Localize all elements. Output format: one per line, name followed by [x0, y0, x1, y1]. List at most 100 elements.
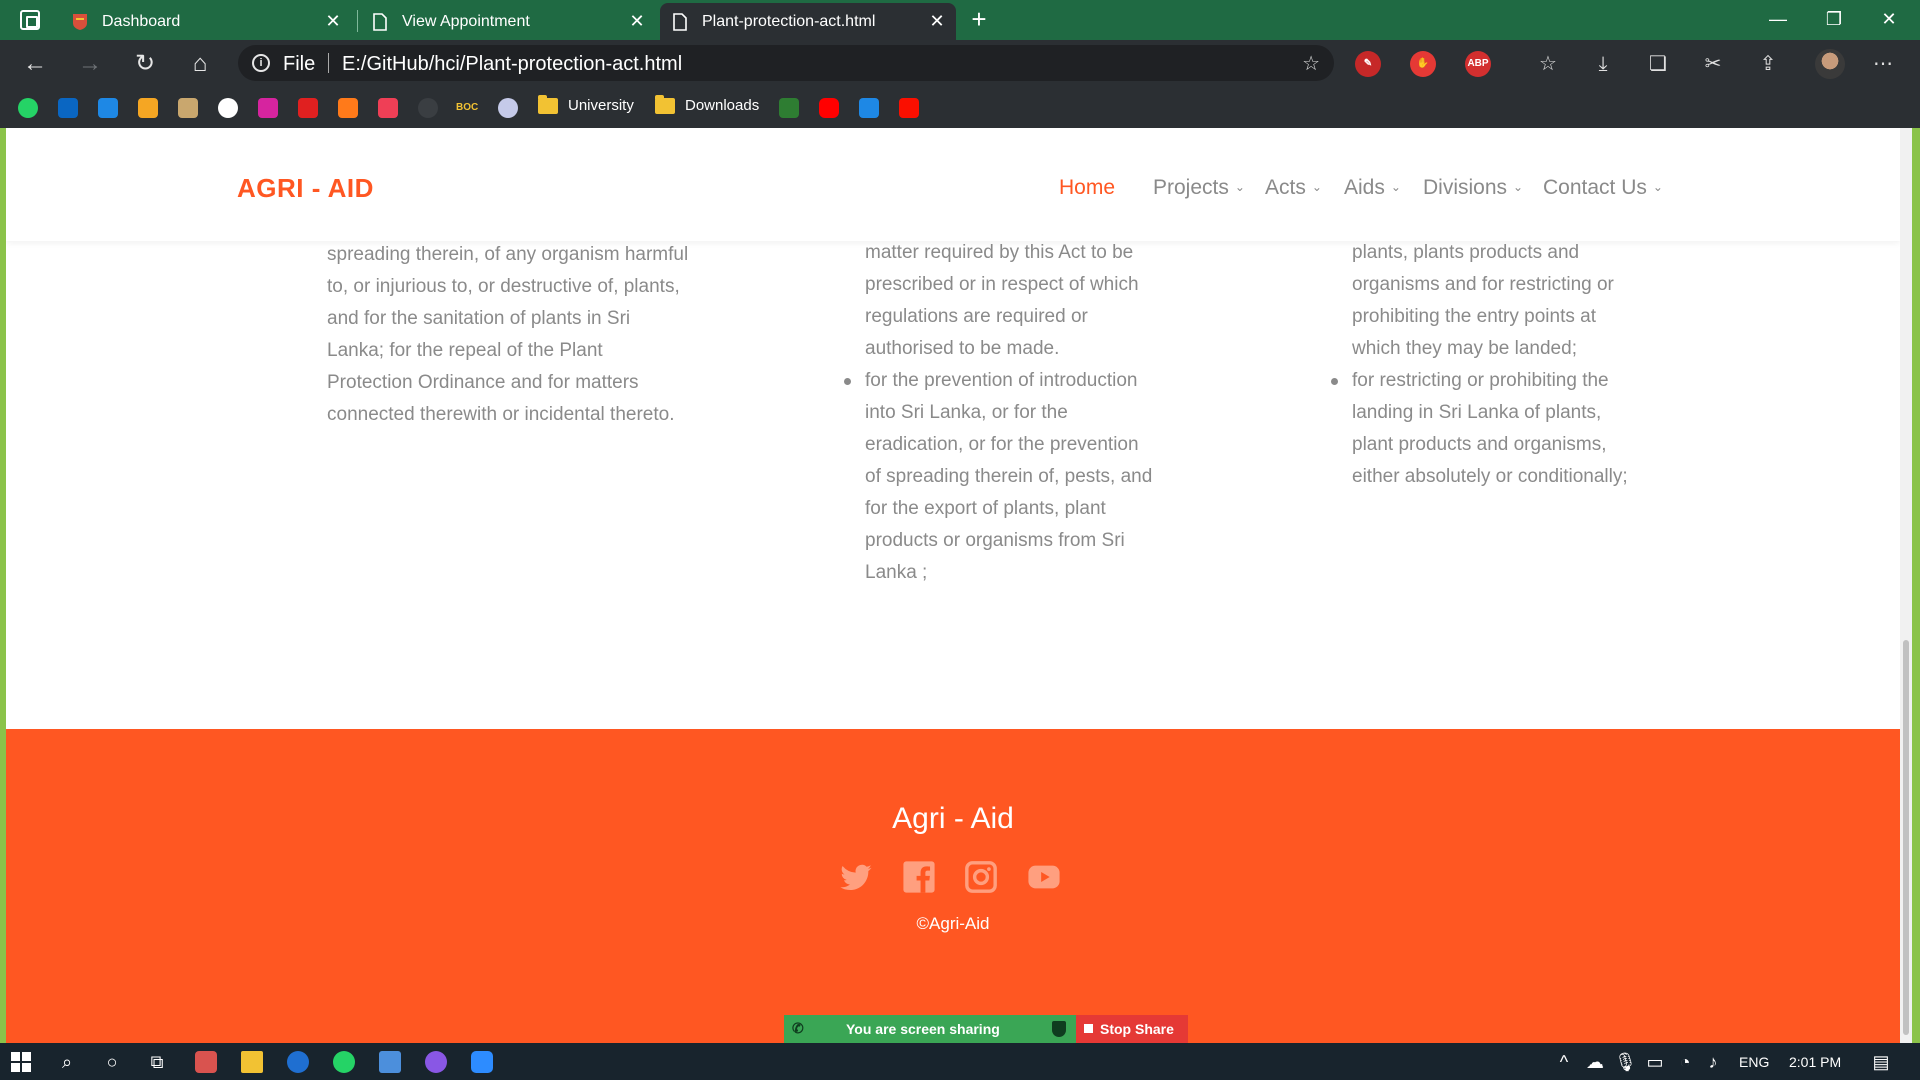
search-icon[interactable]: ⌕: [56, 1051, 78, 1073]
share-icon[interactable]: ⇪: [1755, 51, 1781, 77]
github-desktop-icon[interactable]: [425, 1051, 447, 1073]
file-explorer-icon[interactable]: [241, 1051, 263, 1073]
extension-hand-icon[interactable]: ✋: [1410, 51, 1436, 77]
favorites-icon[interactable]: ☆: [1535, 51, 1561, 77]
list-item: plants, plants products and organisms an…: [1352, 237, 1682, 365]
video-icon[interactable]: [98, 98, 118, 118]
stop-share-button[interactable]: Stop Share: [1076, 1015, 1188, 1043]
restore-button[interactable]: ❐: [1809, 0, 1859, 40]
profile-avatar[interactable]: [1815, 49, 1845, 79]
windows-start-icon[interactable]: [10, 1051, 32, 1073]
text-line: plants, plants products and: [1352, 242, 1580, 263]
info-icon[interactable]: i: [252, 54, 270, 72]
site-logo[interactable]: AGRI - AID: [237, 173, 374, 204]
volume-icon[interactable]: ♪: [1702, 1051, 1724, 1073]
huawei-icon[interactable]: [298, 98, 318, 118]
instagram-icon[interactable]: [258, 98, 278, 118]
address-bar[interactable]: i File E:/GitHub/hci/Plant-protection-ac…: [238, 45, 1334, 81]
bookmark-folder-university[interactable]: University: [538, 94, 634, 114]
text-line: prescribed or in respect of which: [865, 274, 1139, 295]
linkedin-icon[interactable]: [58, 98, 78, 118]
address-url[interactable]: E:/GitHub/hci/Plant-protection-act.html: [342, 53, 682, 76]
more-options-icon[interactable]: ⋯: [1870, 51, 1896, 77]
downloads-icon[interactable]: ⤓: [1590, 51, 1616, 77]
facebook-icon[interactable]: [902, 860, 936, 894]
scrollbar-thumb[interactable]: [1903, 640, 1909, 1035]
x-icon[interactable]: [859, 98, 879, 118]
chevron-down-icon: ⌄: [1513, 180, 1524, 194]
pocket-icon[interactable]: [378, 98, 398, 118]
nav-projects[interactable]: Projects ⌄: [1153, 176, 1245, 200]
text-line: for the export of plants, plant: [865, 498, 1106, 519]
tab-divider: [357, 10, 358, 32]
collections-icon[interactable]: ❏: [1645, 51, 1671, 77]
twitter-icon[interactable]: [839, 860, 873, 894]
extension-pen-icon[interactable]: ✎: [1355, 51, 1381, 77]
boc-icon[interactable]: BOC: [456, 98, 480, 118]
minimize-button[interactable]: —: [1753, 0, 1803, 40]
bookmarks-bar: BOC University Downloads: [0, 88, 1920, 128]
d-icon[interactable]: [338, 98, 358, 118]
document-icon: [673, 12, 687, 31]
3d-app-icon[interactable]: [379, 1051, 401, 1073]
nav-home[interactable]: Home: [1059, 176, 1115, 200]
page-scrollbar[interactable]: [1900, 128, 1912, 1043]
language-indicator[interactable]: ENG: [1739, 1054, 1769, 1070]
address-divider: [328, 53, 329, 73]
clock[interactable]: 2:01 PM: [1789, 1054, 1841, 1070]
adblock-plus-icon[interactable]: ABP: [1465, 51, 1491, 77]
microphone-icon[interactable]: 🎙: [1614, 1051, 1637, 1073]
whatsapp-icon[interactable]: [18, 98, 38, 118]
app-icon[interactable]: [178, 98, 198, 118]
screenshot-icon[interactable]: ✂: [1700, 51, 1726, 77]
nav-contact-us[interactable]: Contact Us ⌄: [1543, 176, 1663, 200]
home-button[interactable]: ⌂: [185, 50, 215, 80]
whatsapp-icon[interactable]: [333, 1051, 355, 1073]
forward-button[interactable]: →: [75, 50, 105, 80]
new-tab-button[interactable]: +: [966, 6, 992, 32]
tab-dashboard[interactable]: Dashboard ✕: [60, 3, 352, 40]
circle-icon[interactable]: [418, 98, 438, 118]
nav-acts[interactable]: Acts ⌄: [1265, 176, 1322, 200]
nav-aids[interactable]: Aids ⌄: [1344, 176, 1401, 200]
battery-icon[interactable]: ▭: [1644, 1051, 1666, 1073]
back-button[interactable]: ←: [20, 50, 50, 80]
close-window-button[interactable]: ✕: [1864, 0, 1914, 40]
chevron-down-icon: ⌄: [1390, 180, 1401, 194]
adobe-icon[interactable]: [899, 98, 919, 118]
folder-label: Downloads: [685, 97, 760, 114]
cortana-icon[interactable]: ○: [101, 1051, 123, 1073]
nav-divisions[interactable]: Divisions ⌄: [1423, 176, 1523, 200]
close-icon[interactable]: ✕: [628, 12, 646, 30]
tab-view-appointment[interactable]: View Appointment ✕: [360, 3, 656, 40]
close-icon[interactable]: ✕: [928, 12, 946, 30]
add-favorite-icon[interactable]: ☆: [1302, 51, 1320, 76]
youtube-icon[interactable]: [1027, 860, 1061, 894]
tray-chevron-icon[interactable]: ^: [1553, 1051, 1575, 1073]
edge-icon[interactable]: [287, 1051, 309, 1073]
close-icon[interactable]: ✕: [324, 12, 342, 30]
refresh-button[interactable]: ↻: [130, 50, 160, 80]
bookmark-folder-downloads[interactable]: Downloads: [655, 94, 760, 114]
instagram-icon[interactable]: [964, 860, 998, 894]
tab-plant-protection-act[interactable]: Plant-protection-act.html ✕: [660, 3, 956, 40]
film-icon[interactable]: [138, 98, 158, 118]
bullet-icon: [844, 378, 851, 385]
task-view-icon[interactable]: ⧉: [146, 1051, 168, 1073]
workspaces-icon[interactable]: [20, 10, 40, 30]
zoom-icon[interactable]: [471, 1051, 493, 1073]
folder-label: University: [568, 97, 634, 114]
f-icon[interactable]: [779, 98, 799, 118]
footer-title: Agri - Aid: [892, 802, 1014, 835]
app-icon[interactable]: [195, 1051, 217, 1073]
github-icon[interactable]: [218, 98, 238, 118]
youtube-icon[interactable]: [819, 98, 839, 118]
notifications-icon[interactable]: ▤: [1870, 1051, 1892, 1073]
emblem-icon[interactable]: [498, 98, 518, 118]
wifi-icon[interactable]: ◔: [1674, 1051, 1696, 1073]
text-line: prohibiting the entry points at: [1352, 306, 1596, 327]
folder-icon: [538, 94, 558, 114]
nav-label: Divisions: [1423, 176, 1508, 199]
tab-title: View Appointment: [402, 12, 530, 30]
onedrive-icon[interactable]: ☁: [1584, 1051, 1606, 1073]
